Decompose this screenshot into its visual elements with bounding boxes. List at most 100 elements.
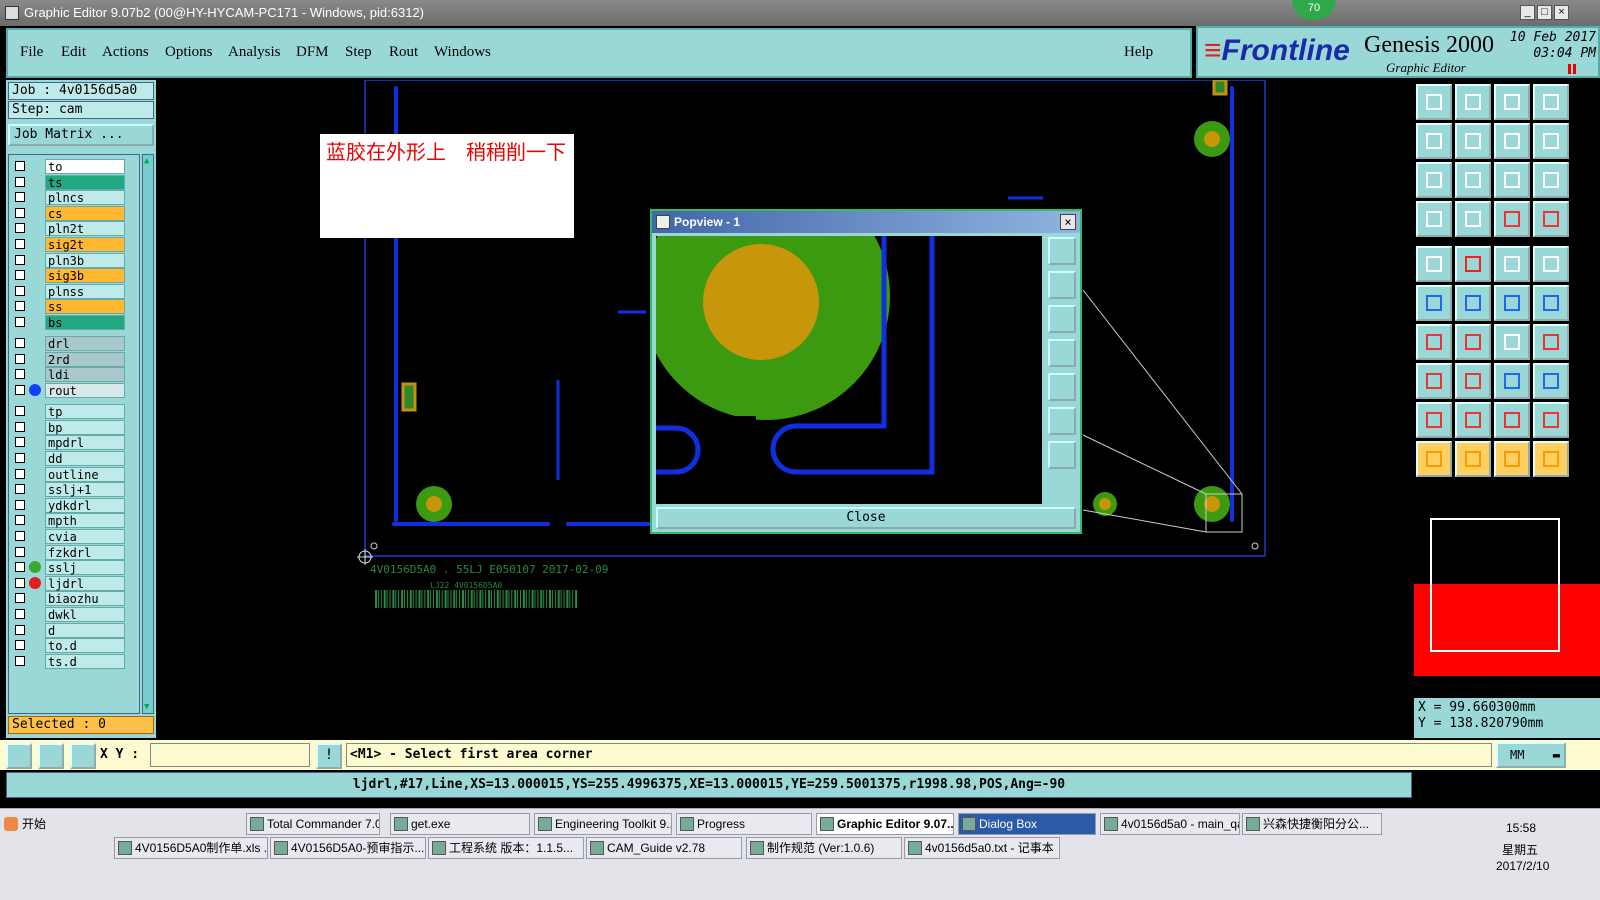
layer-name[interactable]: sig3b: [45, 268, 125, 284]
tool-stretch-icon[interactable]: [1533, 285, 1569, 321]
layer-checkbox[interactable]: [15, 239, 25, 249]
layer-row-2rd[interactable]: 2rd: [9, 351, 141, 367]
tool-pointer-box-icon[interactable]: [1455, 441, 1491, 477]
tool-layer-b-icon[interactable]: [1533, 201, 1569, 237]
tool-text-b-icon[interactable]: [1533, 402, 1569, 438]
measure-icon[interactable]: [38, 743, 64, 769]
layer-checkbox[interactable]: [15, 285, 25, 296]
tool-circle-icon[interactable]: [1533, 246, 1569, 282]
layer-row-cs[interactable]: cs: [9, 205, 141, 221]
tool-rotate-icon[interactable]: [1494, 324, 1530, 360]
layer-row-tp[interactable]: tp: [9, 404, 141, 420]
layer-row-outline[interactable]: outline: [9, 466, 141, 482]
layer-row-plnss[interactable]: plnss: [9, 283, 141, 299]
layer-row-bp[interactable]: bp: [9, 419, 141, 435]
minimize-button[interactable]: _: [1520, 5, 1535, 20]
layer-row-dd[interactable]: dd: [9, 451, 141, 466]
layer-row-rout[interactable]: rout: [9, 383, 141, 398]
layer-checkbox[interactable]: [15, 270, 25, 281]
layer-name[interactable]: to.d: [45, 638, 125, 654]
layer-name[interactable]: d: [45, 622, 125, 638]
taskbar-item[interactable]: 4V0156D5A0-预审指示...: [270, 837, 426, 859]
layer-row-fzkdrl[interactable]: fzkdrl: [9, 544, 141, 560]
layer-checkbox[interactable]: [15, 353, 25, 364]
tool-move-icon[interactable]: [1494, 285, 1530, 321]
layer-row-dwkl[interactable]: dwkl: [9, 607, 141, 622]
tool-ruler-icon[interactable]: [1494, 246, 1530, 282]
tool-delete-icon[interactable]: [1455, 363, 1491, 399]
layer-row-cvia[interactable]: cvia: [9, 529, 141, 544]
layer-name[interactable]: cs: [45, 205, 125, 221]
taskbar-item[interactable]: 工程系统 版本：1.1.5...: [428, 837, 584, 859]
tool-ratio-icon[interactable]: [1494, 162, 1530, 198]
layer-row-mpdrl[interactable]: mpdrl: [9, 435, 141, 451]
taskbar-item[interactable]: 4V0156D5A0制作单.xls ...: [114, 837, 268, 859]
tool-help-icon[interactable]: [1533, 162, 1569, 198]
layer-checkbox[interactable]: [15, 437, 25, 448]
taskbar-item[interactable]: Engineering Toolkit 9....: [534, 813, 672, 835]
layer-name[interactable]: pln2t: [45, 221, 125, 237]
layer-checkbox[interactable]: [15, 406, 25, 417]
layer-name[interactable]: bp: [45, 419, 125, 435]
layer-checkbox[interactable]: [15, 385, 25, 395]
taskbar-item[interactable]: Progress: [676, 813, 812, 835]
layer-name[interactable]: ldi: [45, 367, 125, 383]
job-matrix-button[interactable]: Job Matrix ...: [8, 124, 154, 146]
tool-mirror-icon[interactable]: [1533, 324, 1569, 360]
layer-checkbox[interactable]: [15, 499, 25, 510]
layer-row-ljdrl[interactable]: ljdrl: [9, 575, 141, 591]
tray-clock[interactable]: 15:58: [1506, 821, 1536, 835]
tool-measure-icon[interactable]: [1455, 201, 1491, 237]
menu-edit[interactable]: Edit: [61, 44, 86, 61]
layer-row-biaozhu[interactable]: biaozhu: [9, 591, 141, 607]
layer-name[interactable]: 2rd: [45, 351, 125, 367]
taskbar-item[interactable]: 制作规范 (Ver:1.0.6): [746, 837, 902, 859]
layer-checkbox[interactable]: [15, 515, 25, 526]
xy-input[interactable]: [150, 743, 310, 767]
layer-checkbox[interactable]: [15, 577, 25, 588]
layer-row-bs[interactable]: bs: [9, 315, 141, 330]
layer-name[interactable]: pln3b: [45, 252, 125, 268]
taskbar-item[interactable]: Total Commander 7.0...: [246, 813, 380, 835]
popview-zoom-out-icon[interactable]: [1048, 441, 1076, 469]
tool-connect-icon[interactable]: [1416, 285, 1452, 321]
tool-layer-a-icon[interactable]: [1494, 201, 1530, 237]
layer-checkbox[interactable]: [15, 369, 25, 380]
layer-checkbox[interactable]: [15, 301, 25, 312]
layer-checkbox[interactable]: [15, 562, 25, 573]
units-select[interactable]: MM ▬: [1496, 742, 1566, 768]
layer-row-d[interactable]: d: [9, 622, 141, 638]
popview-pan-down-icon[interactable]: [1048, 305, 1076, 333]
taskbar-item[interactable]: 兴森快捷衡阳分公...: [1242, 813, 1382, 835]
tool-fit-icon[interactable]: [1416, 162, 1452, 198]
tool-shape-icon[interactable]: [1533, 123, 1569, 159]
layer-affected-dot[interactable]: [29, 576, 41, 589]
layer-checkbox[interactable]: [15, 609, 25, 619]
layer-name[interactable]: cvia: [45, 529, 125, 544]
layer-name[interactable]: ts: [45, 174, 125, 190]
layer-name[interactable]: mpdrl: [45, 435, 125, 451]
layer-row-mpth[interactable]: mpth: [9, 513, 141, 529]
tool-pan-left-icon[interactable]: [1416, 123, 1452, 159]
menu-step[interactable]: Step: [345, 44, 372, 61]
layer-row-pln3b[interactable]: pln3b: [9, 252, 141, 268]
layer-row-ss[interactable]: ss: [9, 299, 141, 315]
menu-dfm[interactable]: DFM: [296, 44, 329, 61]
layer-row-sslj[interactable]: sslj: [9, 560, 141, 576]
layer-affected-dot[interactable]: [29, 561, 41, 574]
tool-pointer-icon[interactable]: [1416, 441, 1452, 477]
taskbar-item[interactable]: Dialog Box: [958, 813, 1096, 835]
menu-rout[interactable]: Rout: [389, 44, 418, 61]
tool-select-red-icon[interactable]: [1455, 246, 1491, 282]
grid-icon[interactable]: [70, 743, 96, 769]
layer-name[interactable]: plnss: [45, 283, 125, 299]
scroll-up-icon[interactable]: ▲: [144, 157, 152, 166]
layer-name[interactable]: tp: [45, 404, 125, 420]
layer-name[interactable]: ts.d: [45, 653, 125, 669]
layer-name[interactable]: biaozhu: [45, 591, 125, 607]
layer-checkbox[interactable]: [15, 421, 25, 432]
layer-name[interactable]: outline: [45, 466, 125, 482]
menu-file[interactable]: File: [20, 44, 43, 61]
layer-checkbox[interactable]: [15, 593, 25, 604]
layer-row-ydkdrl[interactable]: ydkdrl: [9, 497, 141, 513]
